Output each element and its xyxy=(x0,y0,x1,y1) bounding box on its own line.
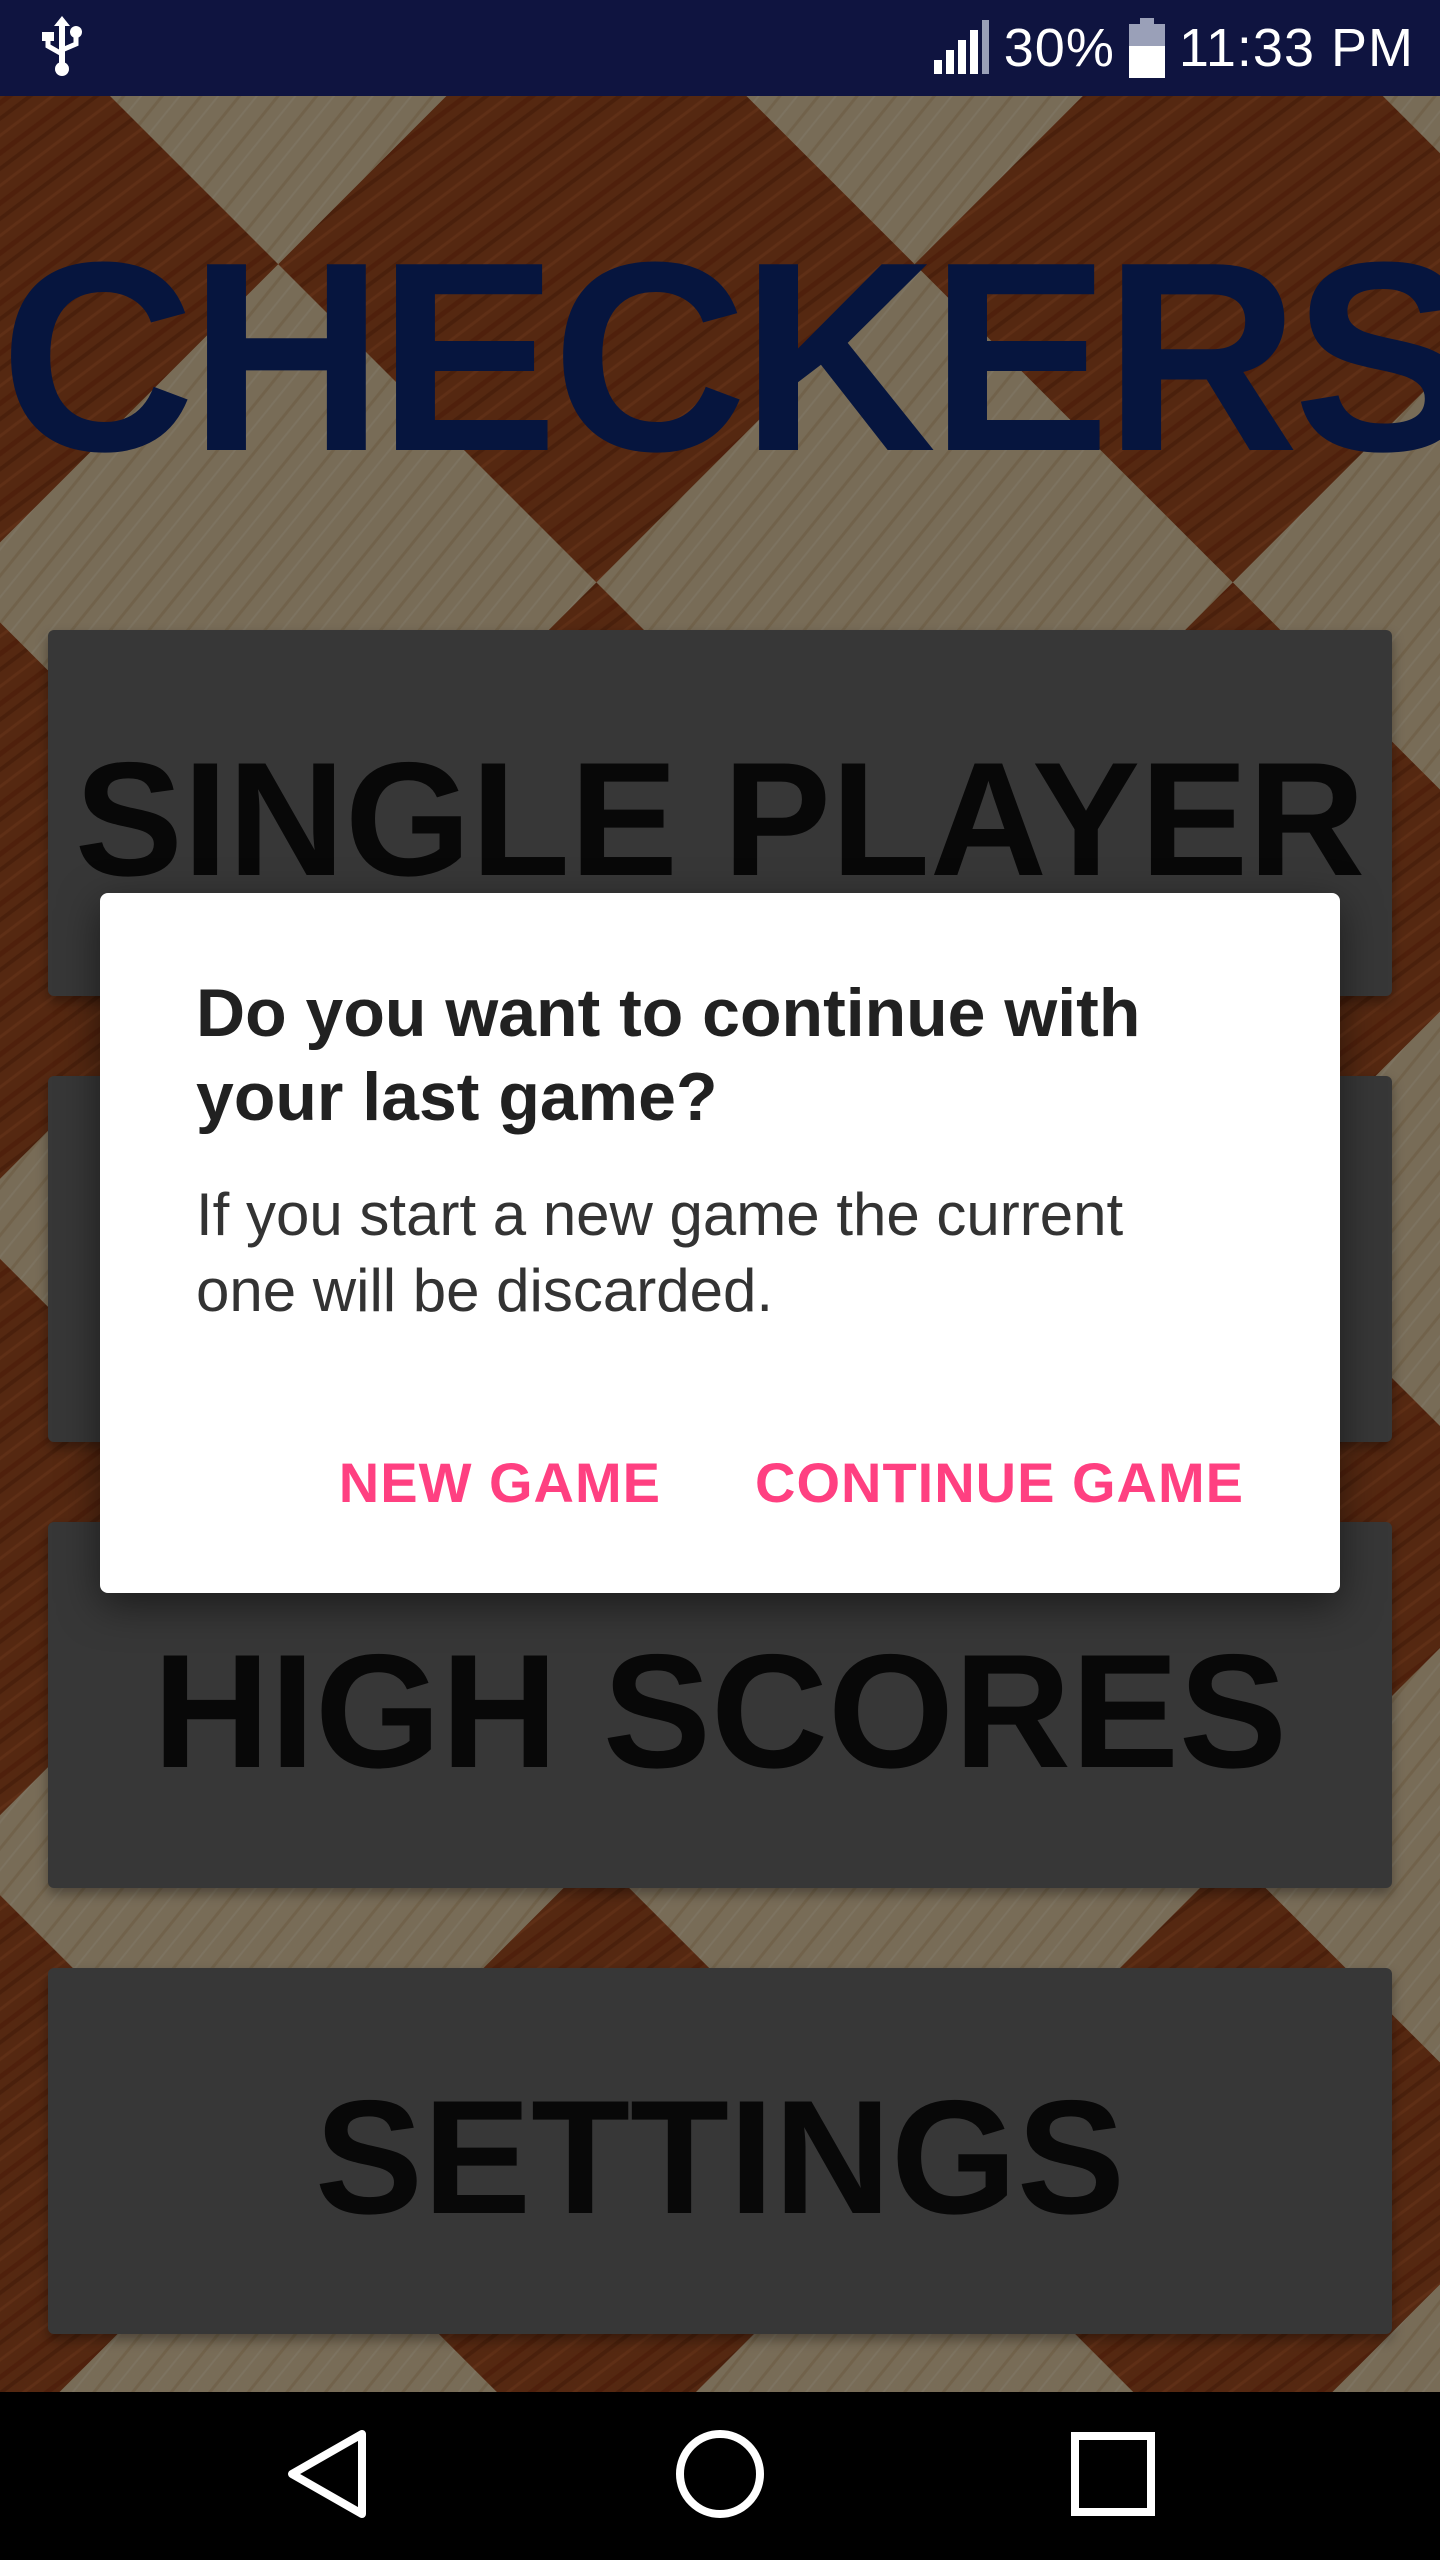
back-triangle-icon xyxy=(282,2426,372,2527)
navigation-bar xyxy=(0,2392,1440,2560)
usb-icon xyxy=(40,15,84,81)
dialog-message: If you start a new game the current one … xyxy=(196,1181,1124,1324)
continue-game-button[interactable]: CONTINUE GAME xyxy=(755,1450,1244,1515)
dialog-title: Do you want to continue with your last g… xyxy=(196,975,1141,1135)
clock: 11:33 PM xyxy=(1178,18,1414,78)
new-game-button[interactable]: NEW GAME xyxy=(339,1450,661,1515)
continue-game-dialog: Do you want to continue with your last g… xyxy=(100,893,1340,1593)
screen: 30% 11:33 PM CHECKERS SINGLE PLAYER HIGH… xyxy=(0,0,1440,2560)
signal-icon xyxy=(932,20,990,76)
recents-button[interactable] xyxy=(1053,2416,1173,2536)
home-circle-icon xyxy=(672,2426,768,2527)
back-button[interactable] xyxy=(267,2416,387,2536)
status-bar: 30% 11:33 PM xyxy=(0,0,1440,96)
recents-square-icon xyxy=(1065,2426,1161,2527)
battery-icon xyxy=(1128,18,1165,78)
home-button[interactable] xyxy=(660,2416,780,2536)
dialog-actions: NEW GAME CONTINUE GAME xyxy=(339,1450,1244,1515)
battery-percent: 30% xyxy=(1003,18,1115,78)
